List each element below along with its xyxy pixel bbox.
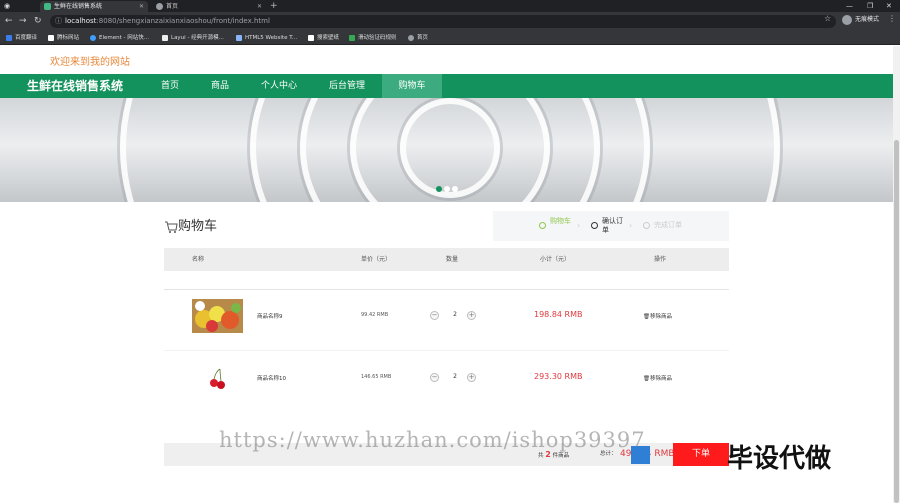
carousel-dot[interactable] <box>444 186 450 192</box>
col-name: 名称 <box>192 256 205 263</box>
welcome-text: 欢迎来到我的网站 <box>50 57 130 68</box>
close-icon[interactable]: ✕ <box>257 1 262 12</box>
bookmark-item[interactable]: 百度翻译 <box>6 33 37 43</box>
info-icon: ⓘ <box>55 17 62 25</box>
chevron-right-icon: › <box>629 221 633 230</box>
tab-system[interactable]: 生鲜在线销售系统 ✕ <box>40 1 148 12</box>
nav-admin[interactable]: 后台管理 <box>320 74 374 98</box>
qty-value[interactable]: 2 <box>450 311 460 318</box>
nav-home[interactable]: 首页 <box>150 74 190 98</box>
nav-cart[interactable]: 购物车 <box>382 74 442 98</box>
tab-home[interactable]: 首页 ✕ <box>152 1 266 12</box>
address-bar-row: ← → ↻ ⓘ localhost:8080/shengxianzaixianx… <box>0 12 900 31</box>
carousel-dot[interactable] <box>436 186 442 192</box>
divider <box>164 350 729 351</box>
remove-item-button[interactable]: 🗑移除商品 <box>643 374 672 382</box>
forward-icon[interactable]: → <box>19 15 27 27</box>
bookmark-item[interactable]: 搜索壁纸 <box>308 33 339 43</box>
bookmark-icon <box>162 35 168 41</box>
divider <box>164 289 729 290</box>
unit-price: 99.42 RMB <box>361 312 389 318</box>
bookmarks-bar: 百度翻译 腾标网站 Element - 网站快... Layui - 经典开源模… <box>0 31 900 45</box>
unit-price: 146.65 RMB <box>361 374 392 380</box>
url-input[interactable]: ⓘ localhost:8080/shengxianzaixianxiaosho… <box>50 15 836 28</box>
product-name[interactable]: 商品名称9 <box>257 312 283 320</box>
trash-icon: 🗑 <box>643 376 650 382</box>
col-action: 操作 <box>654 256 667 263</box>
bookmark-icon <box>90 35 96 41</box>
tab-title: 首页 <box>166 3 179 10</box>
qty-increase-button[interactable]: + <box>467 311 476 320</box>
table-row: 商品名称9 99.42 RMB − 2 + 198.84 RMB 🗑移除商品 <box>164 291 729 341</box>
trash-icon: 🗑 <box>643 314 650 320</box>
restore-icon[interactable]: ❐ <box>867 0 873 12</box>
scrollbar-thumb[interactable] <box>894 140 899 503</box>
incognito-avatar[interactable] <box>842 15 852 25</box>
bookmark-icon <box>408 35 414 41</box>
step-cart: 购物车 <box>539 217 572 229</box>
step-complete: 完成订单 <box>643 221 694 230</box>
bookmark-icon <box>236 35 242 41</box>
qty-value[interactable]: 2 <box>450 373 460 380</box>
bookmark-item[interactable]: 滑动验证码规则 <box>349 33 397 43</box>
product-image[interactable] <box>192 361 243 395</box>
chevron-right-icon: › <box>577 221 581 230</box>
bookmark-icon <box>48 35 54 41</box>
back-icon[interactable]: ← <box>5 15 13 27</box>
table-row: 商品名称10 146.65 RMB − 2 + 293.30 RMB 🗑移除商品 <box>164 353 729 403</box>
bookmark-icon <box>308 35 314 41</box>
product-name[interactable]: 商品名称10 <box>257 374 286 382</box>
cart-table-header: 名称 单价（元） 数量 小计（元） 操作 <box>164 248 729 271</box>
banner-carousel[interactable] <box>0 98 900 202</box>
qty-increase-button[interactable]: + <box>467 373 476 382</box>
qty-decrease-button[interactable]: − <box>430 311 439 320</box>
chrome-menu-icon[interactable]: ◉ <box>4 0 10 12</box>
bookmark-star-icon[interactable]: ☆ <box>824 14 831 23</box>
url-text: localhost:8080/shengxianzaixianxiaoshou/… <box>65 17 270 25</box>
cart-title: 购物车 <box>178 219 218 234</box>
watermark-url: https://www.huzhan.com/ishop39397 <box>219 428 646 452</box>
bookmark-item[interactable]: 首页 <box>408 33 428 43</box>
banner-ring <box>120 98 780 202</box>
checkout-steps: 购物车 › 确认订单 › 完成订单 <box>493 211 729 241</box>
vue-icon <box>44 3 51 10</box>
globe-icon <box>156 3 163 10</box>
bookmark-item[interactable]: Element - 网站快... <box>90 33 149 43</box>
remove-item-button[interactable]: 🗑移除商品 <box>643 312 672 320</box>
col-price: 单价（元） <box>361 256 392 263</box>
new-tab-icon[interactable]: + <box>270 0 278 12</box>
carousel-dot[interactable] <box>452 186 458 192</box>
pinned-tab[interactable] <box>18 1 28 12</box>
watermark-text: 毕设代做 <box>727 444 832 474</box>
bookmark-item[interactable]: HTML5 Website T... <box>236 33 297 43</box>
minimize-icon[interactable]: — <box>846 0 853 12</box>
nav-products[interactable]: 商品 <box>200 74 240 98</box>
col-qty: 数量 <box>446 256 459 263</box>
nav-profile[interactable]: 个人中心 <box>252 74 306 98</box>
bookmark-item[interactable]: 腾标网站 <box>48 33 79 43</box>
product-image[interactable] <box>192 299 243 333</box>
reload-icon[interactable]: ↻ <box>34 15 42 27</box>
row-subtotal: 198.84 RMB <box>534 310 583 319</box>
tab-title: 生鲜在线销售系统 <box>54 3 103 10</box>
step-confirm: 确认订单 <box>591 217 624 235</box>
browser-tab-bar: ◉ 生鲜在线销售系统 ✕ 首页 ✕ + — ❐ ✕ <box>0 0 900 12</box>
col-subtotal: 小计（元） <box>540 256 571 263</box>
qty-decrease-button[interactable]: − <box>430 373 439 382</box>
site-brand[interactable]: 生鲜在线销售系统 <box>27 74 123 98</box>
bookmark-icon <box>349 35 355 41</box>
circle-icon <box>591 222 598 229</box>
place-order-button[interactable]: 下单 <box>673 443 729 466</box>
close-icon[interactable]: ✕ <box>139 1 144 12</box>
row-subtotal: 293.30 RMB <box>534 372 583 381</box>
incognito-label[interactable]: 无痕模式 <box>855 14 879 26</box>
bookmark-item[interactable]: Layui - 经典开源模... <box>162 33 224 43</box>
bookmark-icon <box>6 35 12 41</box>
check-icon <box>539 222 546 229</box>
window-close-icon[interactable]: ✕ <box>886 0 892 12</box>
circle-icon <box>643 222 650 229</box>
kebab-menu-icon[interactable]: ⋮ <box>888 14 896 23</box>
main-navbar: 生鲜在线销售系统 首页 商品 个人中心 后台管理 购物车 <box>0 74 900 98</box>
cart-icon <box>165 221 178 233</box>
